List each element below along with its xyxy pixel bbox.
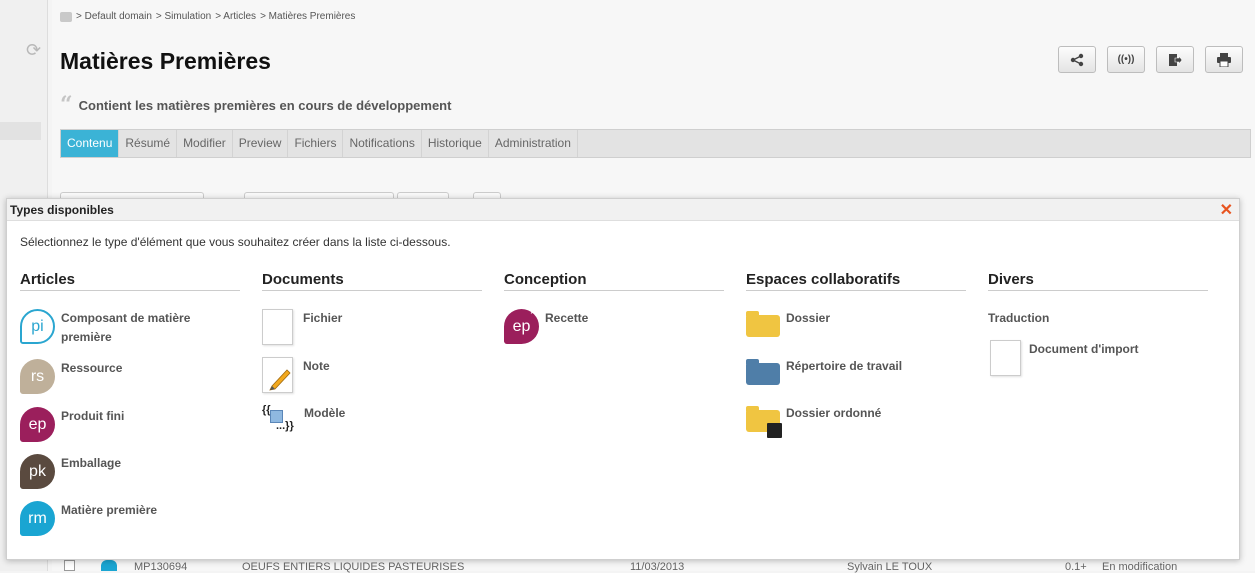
type-item[interactable]: {{... ...}} Modèle	[262, 404, 454, 438]
type-label: Emballage	[61, 456, 122, 470]
column-articles: Articles pi Composant de matière premièr…	[20, 271, 240, 536]
badge-text: ep	[512, 317, 531, 335]
type-item[interactable]: Dossier	[746, 309, 936, 337]
type-item[interactable]: ep ★ Recette	[504, 306, 695, 344]
sidebar-selected-item[interactable]	[0, 122, 41, 140]
packaging-badge-icon: pk	[20, 454, 55, 489]
row-date: 11/03/2013	[630, 561, 685, 573]
resource-badge-icon: rs	[20, 359, 55, 394]
quote-icon: “	[60, 92, 73, 118]
description-text: Contient les matières premières en cours…	[78, 97, 452, 113]
type-label: Composant de matière première	[61, 311, 191, 344]
type-item[interactable]: ep Produit fini	[20, 407, 211, 442]
raw-material-badge-icon: rm	[20, 501, 55, 536]
raw-material-icon	[101, 560, 117, 571]
type-item[interactable]: Dossier ordonné	[746, 404, 936, 438]
tab-fichiers[interactable]: Fichiers	[288, 130, 344, 157]
row-author: Sylvain LE TOUX	[847, 561, 933, 573]
type-item[interactable]: rs Ressource	[20, 359, 211, 394]
type-item[interactable]: Fichier	[262, 309, 453, 345]
column-conception: Conception ep ★ Recette	[504, 271, 724, 344]
type-item[interactable]: Répertoire de travail	[746, 357, 936, 385]
column-heading: Divers	[988, 271, 1208, 291]
broadcast-button[interactable]: ((•))	[1107, 46, 1145, 73]
dialog-header: Types disponibles ✕	[7, 199, 1239, 221]
table-row[interactable]: MP130694 OEUFS ENTIERS LIQUIDES PASTEURI…	[52, 560, 1255, 573]
page-description: “ Contient les matières premières en cou…	[60, 94, 451, 116]
row-name[interactable]: OEUFS ENTIERS LIQUIDES PASTEURISES	[242, 561, 464, 573]
dialog-instruction: Sélectionnez le type d'élément que vous …	[20, 235, 451, 249]
speaker-icon	[60, 11, 72, 22]
type-item[interactable]: rm Matière première	[20, 501, 211, 536]
row-code[interactable]: MP130694	[134, 561, 187, 573]
column-heading: Documents	[262, 271, 482, 291]
export-icon	[1169, 53, 1182, 66]
type-label: Ressource	[61, 361, 123, 375]
breadcrumb-item[interactable]: > Articles	[215, 11, 256, 22]
type-item[interactable]: pi Composant de matière première	[20, 309, 211, 347]
type-item[interactable]: pk Emballage	[20, 454, 211, 489]
note-icon	[262, 357, 293, 393]
column-misc: Divers Traduction Document d'import	[988, 271, 1208, 376]
type-label: Recette	[545, 311, 589, 325]
tab-contenu[interactable]: Contenu	[61, 130, 120, 157]
breadcrumb-item[interactable]: > Simulation	[156, 11, 211, 22]
type-label: Document d'import	[1029, 342, 1139, 356]
template-icon: {{... ...}}	[262, 404, 298, 438]
print-button[interactable]	[1205, 46, 1243, 73]
share-button[interactable]	[1058, 46, 1096, 73]
action-toolbar: ((•))	[1058, 46, 1243, 73]
types-dialog: Types disponibles ✕ Sélectionnez le type…	[6, 198, 1240, 560]
star-icon: ★	[528, 306, 537, 316]
dialog-title: Types disponibles	[10, 203, 114, 217]
breadcrumb: > Default domain > Simulation > Articles…	[60, 11, 355, 22]
type-item[interactable]: Document d'import	[988, 340, 1179, 376]
type-label: Répertoire de travail	[786, 359, 903, 373]
close-icon[interactable]: ✕	[1220, 200, 1233, 220]
tab-modifier[interactable]: Modifier	[177, 130, 233, 157]
share-icon	[1070, 53, 1084, 66]
tab-preview[interactable]: Preview	[233, 130, 289, 157]
print-icon	[1217, 52, 1231, 67]
type-label: Fichier	[303, 311, 343, 325]
folder-icon	[746, 311, 780, 337]
tab-historique[interactable]: Historique	[422, 130, 489, 157]
type-label: Produit fini	[61, 409, 125, 423]
breadcrumb-item: > Matières Premières	[260, 11, 356, 22]
row-status: En modification	[1102, 561, 1178, 573]
tab-resume[interactable]: Résumé	[119, 130, 178, 157]
type-label: Dossier	[786, 311, 831, 325]
breadcrumb-item[interactable]: > Default domain	[76, 11, 152, 22]
type-item[interactable]: Note	[262, 357, 453, 393]
column-collaborative-spaces: Espaces collaboratifs Dossier Répertoire…	[746, 271, 966, 438]
component-badge-icon: pi	[20, 309, 55, 344]
refresh-icon[interactable]: ⟳	[26, 40, 41, 61]
file-icon	[262, 309, 293, 345]
ordered-folder-icon	[746, 406, 782, 438]
import-document-icon	[990, 340, 1021, 376]
finished-product-badge-icon: ep	[20, 407, 55, 442]
tab-administration[interactable]: Administration	[489, 130, 578, 157]
column-documents: Documents Fichier Note {{... ...}} Modèl…	[262, 271, 482, 432]
row-version: 0.1+	[1065, 561, 1087, 573]
row-checkbox[interactable]	[64, 560, 75, 571]
type-label: Dossier ordonné	[786, 406, 882, 420]
column-heading: Articles	[20, 271, 240, 291]
page-title: Matières Premières	[60, 48, 271, 74]
type-label: Traduction	[988, 311, 1050, 325]
column-heading: Espaces collaboratifs	[746, 271, 966, 291]
type-label: Matière première	[61, 503, 158, 517]
tab-bar: Contenu Résumé Modifier Preview Fichiers…	[60, 129, 1251, 158]
workspace-folder-icon	[746, 359, 780, 385]
type-item[interactable]: Traduction	[988, 309, 1138, 328]
type-label: Note	[303, 359, 330, 373]
export-button[interactable]	[1156, 46, 1194, 73]
recipe-badge-icon: ep ★	[504, 306, 539, 344]
column-heading: Conception	[504, 271, 724, 291]
list-icon	[767, 423, 782, 438]
tab-notifications[interactable]: Notifications	[343, 130, 422, 157]
broadcast-icon: ((•))	[1117, 54, 1135, 65]
type-label: Modèle	[304, 406, 346, 420]
